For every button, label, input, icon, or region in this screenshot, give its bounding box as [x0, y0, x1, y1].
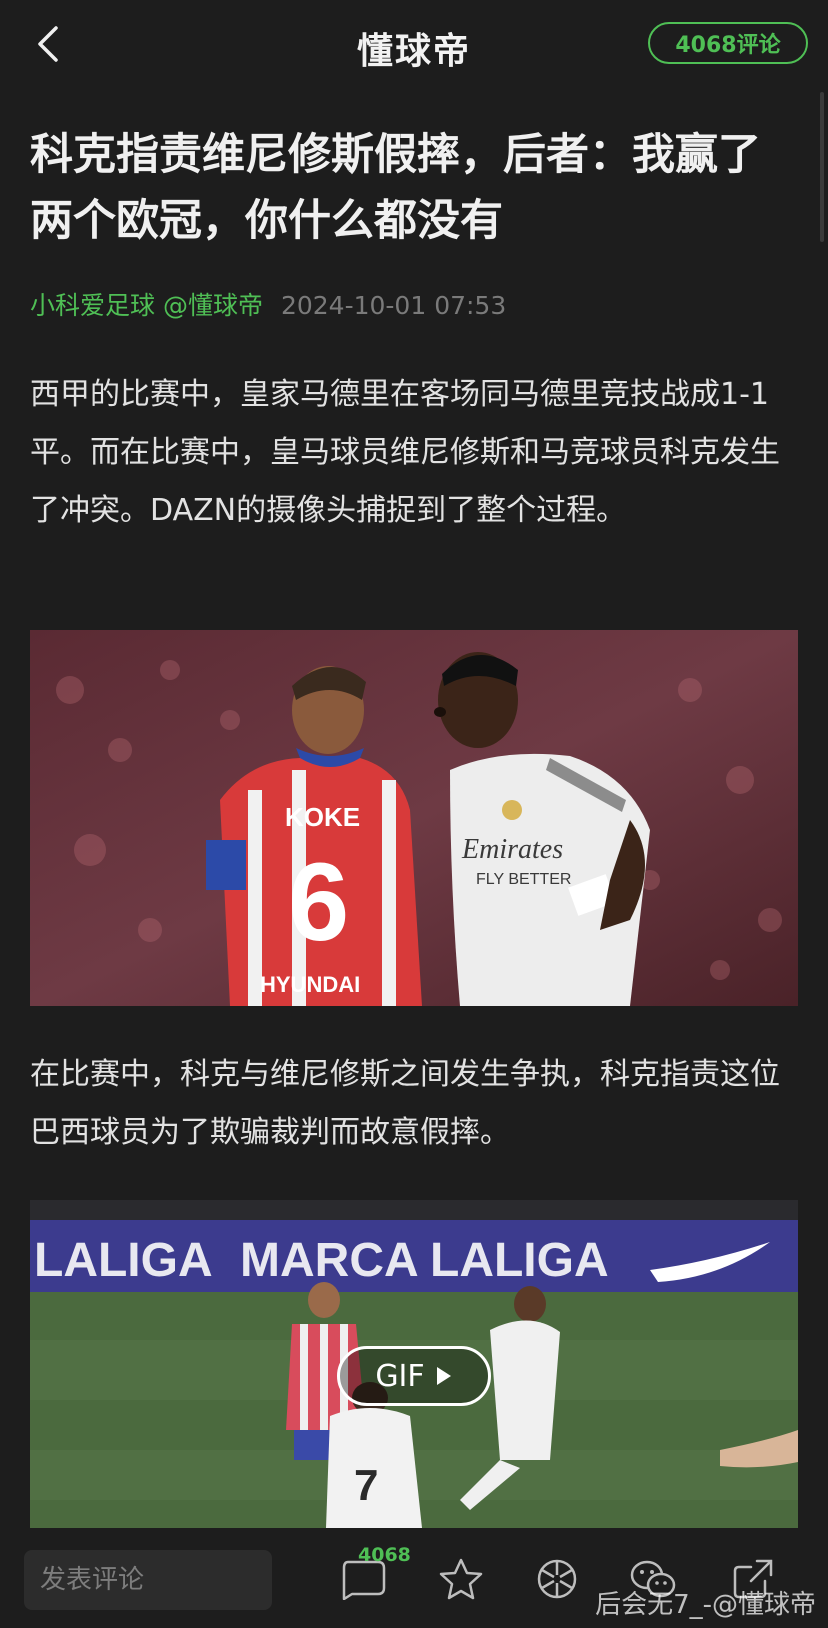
article-paragraph: 在比赛中，科克与维尼修斯之间发生争执，科克指责这位巴西球员为了欺骗裁判而故意假摔… [30, 1057, 780, 1150]
publish-time: 2024-10-01 07:53 [280, 291, 507, 320]
sponsor-text: Emirates [461, 834, 563, 865]
comment-count-badge: 4068 [358, 1544, 411, 1566]
play-icon [436, 1367, 451, 1385]
watermark-text: 后会无7_-@懂球帝 [595, 1590, 816, 1620]
board-text-marca: MARCA [240, 1234, 419, 1287]
top-bar: 懂球帝 4068评论 [0, 0, 828, 90]
article-photo[interactable]: KOKE 6 HYUNDAI Emirates FLY BETTER [30, 630, 798, 1006]
gif-label: GIF [375, 1358, 425, 1394]
scrollbar[interactable] [820, 92, 824, 242]
player-number-text: 7 [354, 1461, 378, 1510]
article-title: 科克指责维尼修斯假摔，后者：我赢了两个欧冠，你什么都没有 [30, 130, 761, 246]
comments-button[interactable]: 4068评论 [648, 22, 808, 64]
moments-icon [537, 1559, 577, 1599]
comment-input[interactable]: 发表评论 [24, 1550, 272, 1610]
share-moments-button[interactable] [532, 1554, 582, 1604]
jersey-number-text: 6 [288, 841, 349, 964]
article-meta: 小科爱足球 @懂球帝 2024-10-01 07:53 [30, 288, 506, 324]
board-text-laliga: LALIGA [34, 1234, 213, 1287]
gif-play-button[interactable]: GIF [337, 1346, 491, 1406]
photo-koke-vinicius: KOKE 6 HYUNDAI Emirates FLY BETTER [30, 630, 798, 1006]
jersey-name-text: KOKE [285, 802, 360, 832]
red-shirt-sponsor-text: HYUNDAI [260, 972, 360, 997]
author-link[interactable]: 小科爱足球 @懂球帝 [30, 291, 263, 320]
star-icon [439, 1558, 483, 1600]
article-paragraph: 西甲的比赛中，皇家马德里在客场同马德里竞技战成1-1平。而在比赛中，皇马球员维尼… [30, 377, 780, 528]
sponsor-line2-text: FLY BETTER [476, 871, 571, 888]
bottom-toolbar: 发表评论 4068 后会无7_-@懂球帝 [0, 1530, 828, 1628]
favorite-button[interactable] [436, 1554, 486, 1604]
board-text-laliga-2: LALIGA [430, 1234, 609, 1287]
